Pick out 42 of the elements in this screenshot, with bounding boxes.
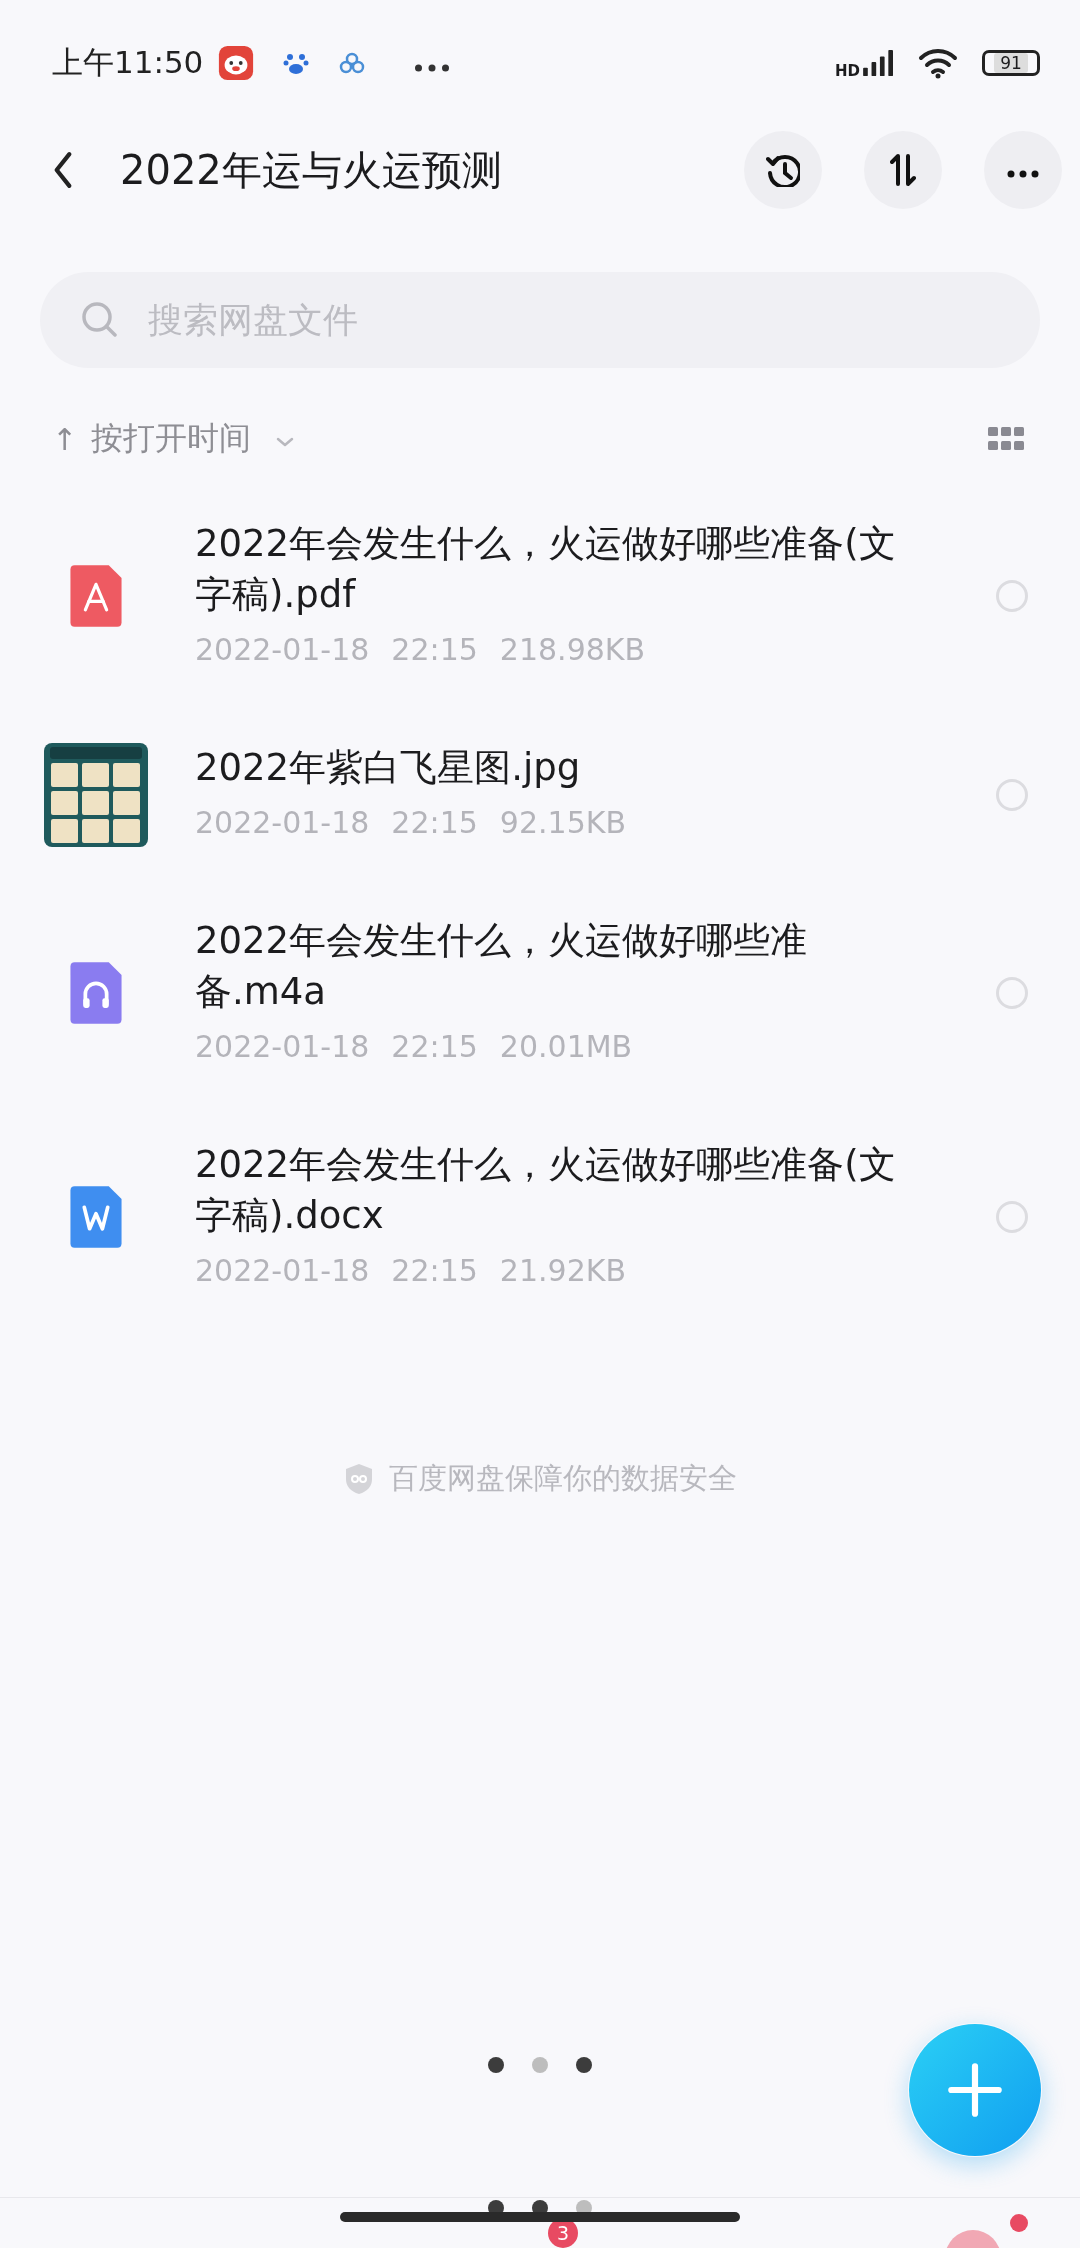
back-icon[interactable] [52,151,74,189]
file-date: 2022-01-18 [195,804,370,842]
file-size: 92.15KB [499,804,626,842]
file-row[interactable]: 2022年会发生什么，火运做好哪些准备.m4a 2022-01-18 22:15 20.01MB [0,881,1080,1105]
add-button[interactable] [908,2023,1042,2157]
clock-time: 上午11:50 [52,43,204,82]
select-radio[interactable] [996,778,1028,811]
select-radio[interactable] [996,580,1028,612]
wifi-icon [918,47,958,79]
signal-icon [862,49,896,77]
pdf-file-icon [70,563,122,629]
notification-dot [1010,2214,1028,2232]
network-label: HD [835,62,860,80]
headphones-file-icon [70,960,122,1026]
grid-view-icon[interactable] [988,427,1024,451]
file-date: 2022-01-18 [195,1028,370,1066]
file-time: 22:15 [391,1252,478,1290]
search-icon [82,302,117,337]
page-title: 2022年运与火运预测 [120,145,503,195]
security-note: 百度网盘保障你的数据安全 [389,1460,737,1497]
file-time: 22:15 [391,631,478,669]
file-name: 2022年会发生什么，火运做好哪些准备(文字稿).pdf [195,521,897,618]
file-row[interactable]: 2022年会发生什么，火运做好哪些准备(文字稿).docx 2022-01-18 22:15 21.92KB [0,1105,1080,1329]
file-date: 2022-01-18 [195,1252,370,1290]
dog-app-icon [217,44,256,82]
shield-icon [343,1462,375,1496]
file-time: 22:15 [391,1028,478,1066]
file-date: 2022-01-18 [195,631,370,669]
file-name: 2022年会发生什么，火运做好哪些准备.m4a [195,918,809,1015]
file-row[interactable]: 2022年会发生什么，火运做好哪些准备(文字稿).pdf 2022-01-18 22:15 218.98KB [0,484,1080,708]
history-icon [766,153,800,187]
file-row[interactable]: 2022年紫白飞星图.jpg 2022-01-18 22:15 92.15KB [0,708,1080,881]
file-name: 2022年紫白飞星图.jpg [195,745,582,791]
file-time: 22:15 [391,804,478,842]
word-file-icon [70,1184,122,1250]
select-radio[interactable] [996,977,1028,1009]
file-size: 218.98KB [499,631,646,669]
file-size: 21.92KB [499,1252,626,1290]
file-name: 2022年会发生什么，火运做好哪些准备(文字稿).docx [195,1142,897,1239]
battery-indicator: 91 [982,50,1040,76]
file-size: 20.01MB [499,1028,633,1066]
select-radio[interactable] [996,1201,1028,1233]
